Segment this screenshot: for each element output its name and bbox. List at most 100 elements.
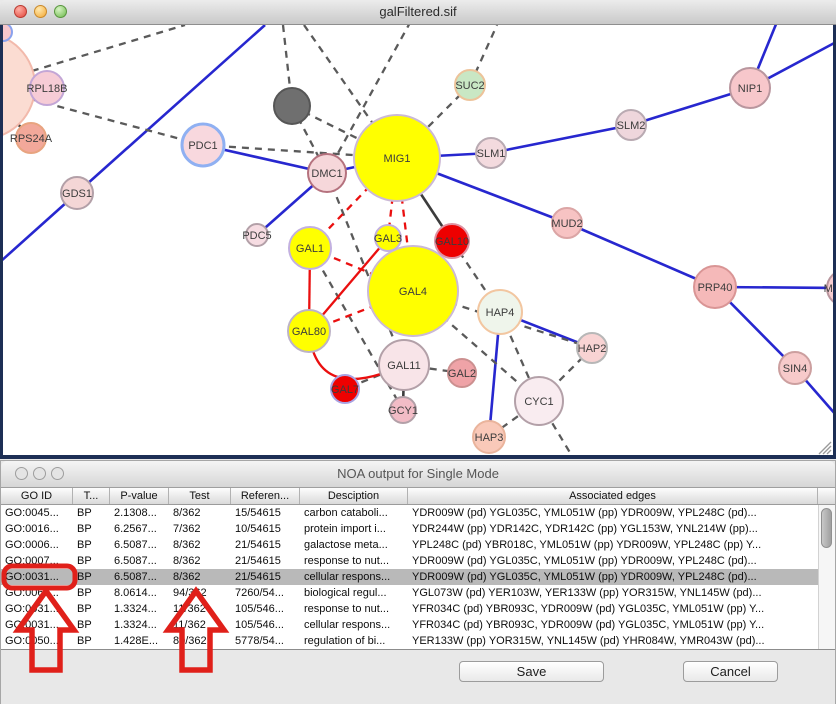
table-cell: 94/362 bbox=[169, 585, 231, 601]
table-row[interactable]: GO:0031...BP1.3324...11/362105/546...cel… bbox=[1, 617, 818, 633]
table-cell: GO:0031... bbox=[1, 601, 73, 617]
table-cell: GO:0065... bbox=[1, 585, 73, 601]
table-row[interactable]: GO:0050...BP1.428E...80/3625778/54...reg… bbox=[1, 633, 818, 649]
node-label: HAP2 bbox=[578, 343, 607, 355]
table-cell: response to nut... bbox=[300, 553, 408, 569]
node-label: GAL11 bbox=[387, 360, 420, 372]
table-cell: GO:0016... bbox=[1, 521, 73, 537]
table-row[interactable]: GO:0031...BP1.3324...11/362105/546...res… bbox=[1, 601, 818, 617]
node-label: PRP40 bbox=[698, 282, 733, 294]
node-cornerTL[interactable] bbox=[0, 25, 12, 41]
table-cell: YGL073W (pd) YER103W, YER133W (pp) YOR31… bbox=[408, 585, 818, 601]
column-header-t-[interactable]: T... bbox=[73, 488, 110, 504]
network-canvas[interactable]: RPL18BRPS24AGDS1PDC1MIG1DMC1SLM1SLM2NIP1… bbox=[0, 25, 836, 459]
table-cell: cellular respons... bbox=[300, 569, 408, 585]
table-row[interactable]: GO:0006...BP6.5087...8/36221/54615galact… bbox=[1, 537, 818, 553]
table-cell: BP bbox=[73, 585, 110, 601]
node-label: NIP1 bbox=[738, 83, 762, 95]
node-label: GAL1 bbox=[296, 243, 324, 255]
table-cell: BP bbox=[73, 553, 110, 569]
table-cell: BP bbox=[73, 505, 110, 521]
table-header: GO IDT...P-valueTestReferen...Desciption… bbox=[1, 488, 835, 505]
network-titlebar: galFiltered.sif bbox=[0, 0, 836, 25]
table-cell: biological regul... bbox=[300, 585, 408, 601]
node-label: PDC1 bbox=[188, 140, 217, 152]
table-cell: BP bbox=[73, 569, 110, 585]
table-cell: 7260/54... bbox=[231, 585, 300, 601]
column-header-p-value[interactable]: P-value bbox=[110, 488, 169, 504]
cancel-button[interactable]: Cancel bbox=[683, 661, 778, 682]
table-cell: 21/54615 bbox=[231, 537, 300, 553]
table-cell: YPL248C (pd) YBR018C, YML051W (pp) YDR00… bbox=[408, 537, 818, 553]
table-cell: 8.0614... bbox=[110, 585, 169, 601]
table-cell: protein import i... bbox=[300, 521, 408, 537]
table-row[interactable]: GO:0045...BP2.1308...8/36215/54615carbon… bbox=[1, 505, 818, 521]
node-label: MUD2 bbox=[551, 218, 582, 230]
table-cell: carbon cataboli... bbox=[300, 505, 408, 521]
node-label: GAL7 bbox=[331, 384, 359, 396]
table-cell: 105/546... bbox=[231, 617, 300, 633]
table-cell: GO:0045... bbox=[1, 505, 73, 521]
table-cell: 80/362 bbox=[169, 633, 231, 649]
table-cell: BP bbox=[73, 617, 110, 633]
table-cell: 6.2567... bbox=[110, 521, 169, 537]
network-window: galFiltered.sif RPL18BRPS24AGDS1PDC1MIG1… bbox=[0, 0, 836, 459]
graph-edge bbox=[567, 223, 715, 287]
table-cell: 15/54615 bbox=[231, 505, 300, 521]
table-cell: 21/54615 bbox=[231, 569, 300, 585]
table-cell: BP bbox=[73, 537, 110, 553]
table-cell: 6.5087... bbox=[110, 553, 169, 569]
scrollbar-thumb[interactable] bbox=[821, 508, 832, 548]
node-label: GDS1 bbox=[62, 188, 92, 200]
table-row[interactable]: GO:0016...BP6.2567...7/36210/54615protei… bbox=[1, 521, 818, 537]
column-header-associated-edges[interactable]: Associated edges bbox=[408, 488, 818, 504]
table-row[interactable]: GO:0031...BP6.5087...8/36221/54615cellul… bbox=[1, 569, 818, 585]
node-label: MIG1 bbox=[384, 153, 411, 165]
table-cell: cellular respons... bbox=[300, 617, 408, 633]
node-label: GAL2 bbox=[448, 368, 476, 380]
node-gray1[interactable] bbox=[274, 88, 310, 124]
node-label: SLM1 bbox=[477, 148, 506, 160]
table-body: GO:0045...BP2.1308...8/36215/54615carbon… bbox=[1, 505, 835, 649]
column-header-test[interactable]: Test bbox=[169, 488, 231, 504]
network-graph: RPL18BRPS24AGDS1PDC1MIG1DMC1SLM1SLM2NIP1… bbox=[0, 25, 836, 459]
column-header-stub bbox=[818, 488, 835, 504]
node-label: CYC1 bbox=[524, 396, 553, 408]
table-cell: response to nut... bbox=[300, 601, 408, 617]
table-row[interactable]: GO:0007...BP6.5087...8/36221/54615respon… bbox=[1, 553, 818, 569]
node-label: MSL5 bbox=[824, 283, 836, 295]
column-header-go-id[interactable]: GO ID bbox=[1, 488, 73, 504]
table-cell: YFR034C (pd) YBR093C, YDR009W (pd) YGL03… bbox=[408, 601, 818, 617]
node-label: SUC2 bbox=[455, 80, 484, 92]
results-table: GO IDT...P-valueTestReferen...Desciption… bbox=[1, 488, 835, 650]
table-cell: 6.5087... bbox=[110, 569, 169, 585]
table-cell: GO:0050... bbox=[1, 633, 73, 649]
save-button[interactable]: Save bbox=[459, 661, 604, 682]
table-cell: galactose meta... bbox=[300, 537, 408, 553]
node-label: GAL4 bbox=[399, 286, 427, 298]
noa-window-title: NOA output for Single Mode bbox=[1, 466, 835, 481]
node-label: HAP4 bbox=[486, 307, 515, 319]
table-cell: BP bbox=[73, 521, 110, 537]
table-cell: 1.428E... bbox=[110, 633, 169, 649]
node-label: RPS24A bbox=[10, 133, 53, 145]
resize-grip[interactable] bbox=[816, 439, 832, 455]
table-cell: GO:0007... bbox=[1, 553, 73, 569]
table-cell: 8/362 bbox=[169, 569, 231, 585]
table-cell: 10/54615 bbox=[231, 521, 300, 537]
node-label: GAL3 bbox=[374, 233, 402, 245]
table-cell: 8/362 bbox=[169, 505, 231, 521]
vertical-scrollbar[interactable] bbox=[818, 505, 835, 649]
table-cell: 21/54615 bbox=[231, 553, 300, 569]
noa-window: NOA output for Single Mode GO IDT...P-va… bbox=[0, 460, 836, 704]
table-cell: 1.3324... bbox=[110, 601, 169, 617]
table-cell: 11/362 bbox=[169, 617, 231, 633]
table-cell: YER133W (pp) YOR315W, YNL145W (pd) YHR08… bbox=[408, 633, 818, 649]
column-header-referen-[interactable]: Referen... bbox=[231, 488, 300, 504]
column-header-desciption[interactable]: Desciption bbox=[300, 488, 408, 504]
table-row[interactable]: GO:0065...BP8.0614...94/3627260/54...bio… bbox=[1, 585, 818, 601]
table-cell: GO:0006... bbox=[1, 537, 73, 553]
node-label: DMC1 bbox=[311, 168, 342, 180]
table-cell: 5778/54... bbox=[231, 633, 300, 649]
table-cell: regulation of bi... bbox=[300, 633, 408, 649]
